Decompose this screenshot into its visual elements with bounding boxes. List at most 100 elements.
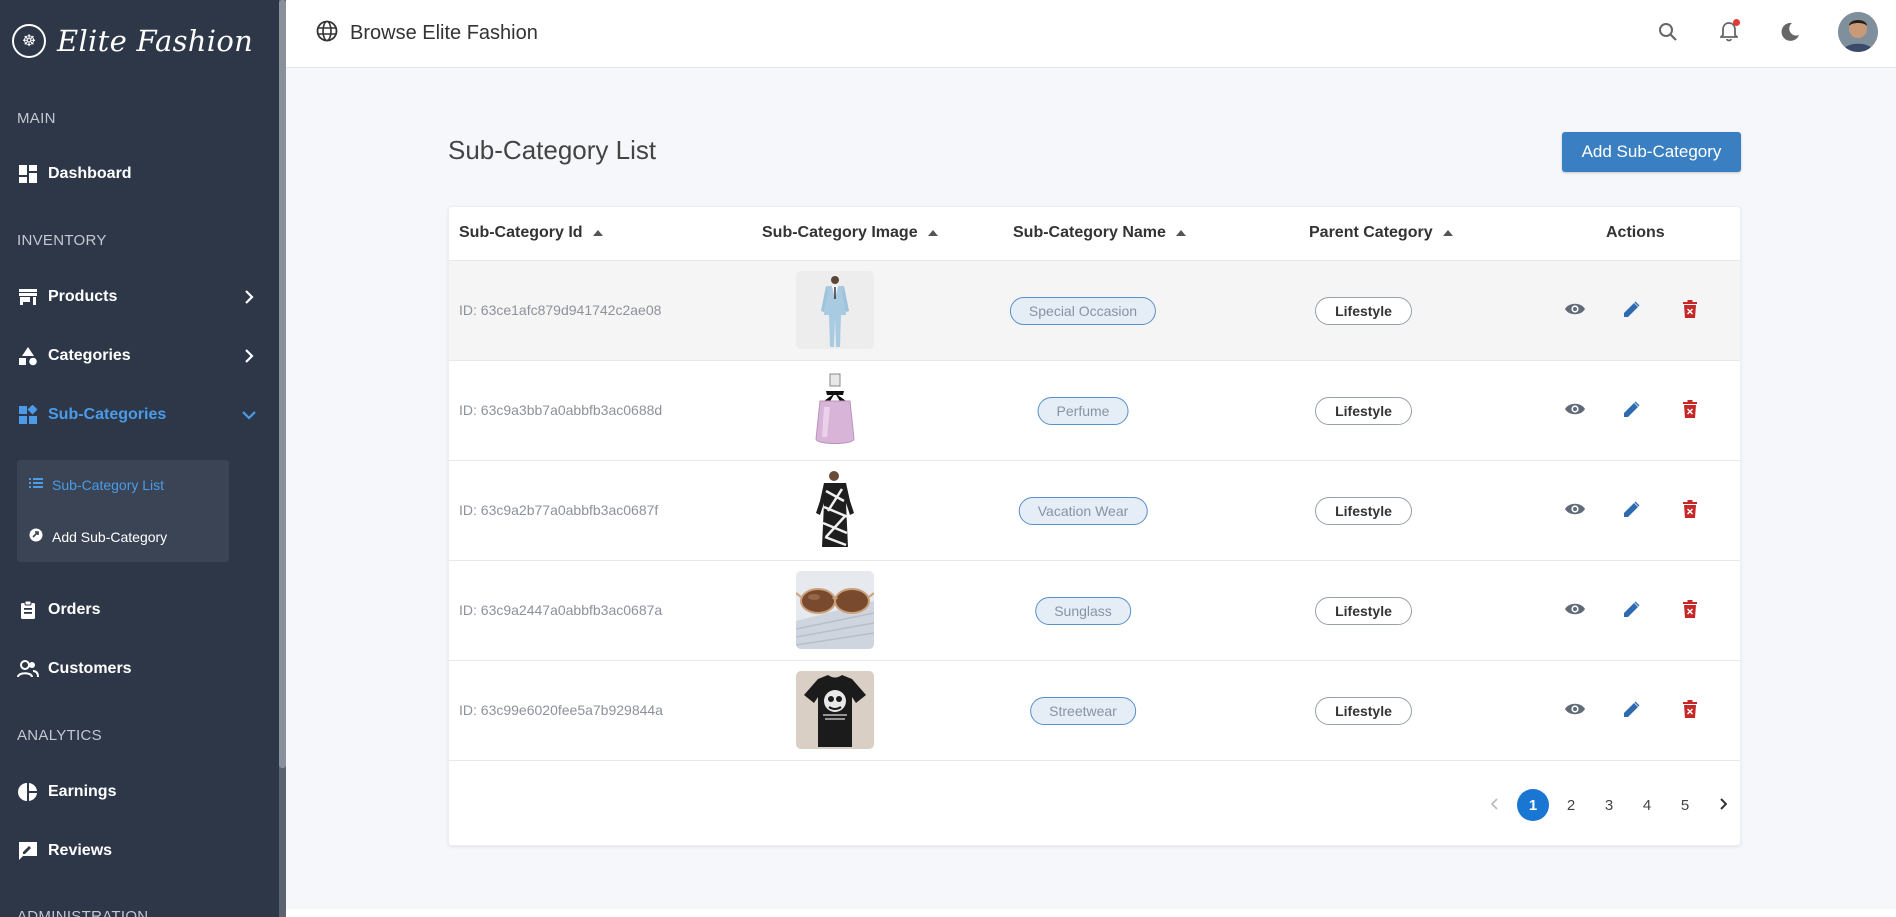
chevron-left-icon: [1490, 797, 1499, 814]
sidebar-item-dashboard[interactable]: Dashboard: [17, 159, 257, 189]
shapes-icon: [17, 345, 39, 367]
pencil-icon: [1623, 400, 1641, 423]
column-header-name[interactable]: Sub-Category Name: [1013, 224, 1186, 242]
sidebar-item-categories[interactable]: Categories: [17, 341, 257, 371]
eye-icon: [1564, 701, 1586, 722]
subcategory-id: ID: 63c99e6020fee5a7b929844a: [459, 702, 663, 718]
delete-button[interactable]: [1678, 599, 1702, 623]
view-button[interactable]: [1563, 599, 1587, 623]
delete-button[interactable]: [1678, 399, 1702, 423]
parent-category-chip: Lifestyle: [1315, 697, 1412, 725]
eye-icon: [1564, 301, 1586, 322]
brand[interactable]: ☸ Elite Fashion: [12, 24, 253, 58]
parent-category-chip: Lifestyle: [1315, 397, 1412, 425]
avatar[interactable]: [1838, 12, 1878, 52]
pencil-icon: [1623, 700, 1641, 723]
view-button[interactable]: [1563, 399, 1587, 423]
view-button[interactable]: [1563, 499, 1587, 523]
sidebar: ☸ Elite Fashion MAIN Dashboard INVENTORY…: [0, 0, 286, 917]
sort-up-icon: [592, 230, 603, 236]
sidebar-item-label: Dashboard: [48, 165, 132, 182]
subcategory-name-chip: Streetwear: [1030, 697, 1136, 725]
page-button[interactable]: 3: [1593, 789, 1625, 821]
sidebar-item-customers[interactable]: Customers: [17, 654, 257, 684]
add-circle-icon: [29, 528, 43, 547]
parent-category-chip: Lifestyle: [1315, 597, 1412, 625]
clipboard-icon: [17, 599, 39, 621]
subcategory-table-card: Sub-Category Id Sub-Category Image Sub-C…: [448, 206, 1741, 846]
sidebar-item-products[interactable]: Products: [17, 282, 257, 312]
next-page-button[interactable]: [1707, 789, 1739, 821]
chevron-right-icon: [1719, 797, 1728, 814]
prev-page-button[interactable]: [1479, 789, 1511, 821]
subcategory-id: ID: 63c9a2b77a0abbfb3ac0687f: [459, 502, 659, 518]
notification-badge: [1733, 19, 1740, 26]
trash-icon: [1683, 599, 1697, 623]
sidebar-item-subcategories[interactable]: Sub-Categories: [17, 400, 257, 430]
sidebar-scrollbar[interactable]: [279, 0, 286, 917]
column-header-id[interactable]: Sub-Category Id: [459, 224, 603, 242]
subcategory-name-chip: Sunglass: [1035, 597, 1131, 625]
notifications-button[interactable]: [1712, 17, 1746, 51]
page-button[interactable]: 2: [1555, 789, 1587, 821]
pie-chart-icon: [17, 781, 39, 803]
pencil-icon: [1623, 600, 1641, 623]
edit-button[interactable]: [1620, 599, 1644, 623]
table-row[interactable]: ID: 63c99e6020fee5a7b929844a Streetwear …: [449, 661, 1740, 761]
brand-logo-icon: ☸: [12, 24, 46, 58]
column-header-label: Sub-Category Name: [1013, 224, 1166, 241]
sidebar-item-orders[interactable]: Orders: [17, 595, 257, 625]
view-button[interactable]: [1563, 699, 1587, 723]
table-row[interactable]: ID: 63c9a2b77a0abbfb3ac0687f Vacation We…: [449, 461, 1740, 561]
subcategory-image-suit: [796, 271, 874, 349]
add-subcategory-button[interactable]: Add Sub-Category: [1562, 132, 1741, 172]
globe-icon: [316, 20, 338, 47]
table-row[interactable]: ID: 63c9a3bb7a0abbfb3ac0688d Perfume Lif…: [449, 361, 1740, 461]
edit-button[interactable]: [1620, 399, 1644, 423]
subcategory-name-chip: Special Occasion: [1009, 297, 1157, 325]
sidebar-item-reviews[interactable]: Reviews: [17, 836, 257, 866]
sidebar-item-label: Earnings: [48, 783, 117, 800]
submenu-item-add-subcategory[interactable]: Add Sub-Category: [29, 525, 167, 549]
edit-button[interactable]: [1620, 499, 1644, 523]
column-header-parent[interactable]: Parent Category: [1309, 224, 1453, 242]
subcategory-image-dress: [796, 471, 874, 549]
submenu-item-subcategory-list[interactable]: Sub-Category List: [29, 473, 164, 497]
scrollbar-thumb[interactable]: [279, 0, 286, 768]
edit-button[interactable]: [1620, 699, 1644, 723]
pagination: 1 2 3 4 5: [449, 787, 1740, 823]
dashboard-icon: [17, 163, 39, 185]
footer-strip: [286, 909, 1896, 917]
table-row[interactable]: ID: 63ce1afc879d941742c2ae08 Special Occ…: [449, 261, 1740, 361]
delete-button[interactable]: [1678, 699, 1702, 723]
view-button[interactable]: [1563, 299, 1587, 323]
trash-icon: [1683, 399, 1697, 423]
page-button[interactable]: 5: [1669, 789, 1701, 821]
section-label-inventory: INVENTORY: [17, 232, 107, 249]
eye-icon: [1564, 601, 1586, 622]
page-button[interactable]: 1: [1517, 789, 1549, 821]
page-button[interactable]: 4: [1631, 789, 1663, 821]
table-row[interactable]: ID: 63c9a2447a0abbfb3ac0687a Sunglass Li…: [449, 561, 1740, 661]
eye-icon: [1564, 401, 1586, 422]
theme-toggle-button[interactable]: [1773, 17, 1807, 51]
edit-button[interactable]: [1620, 299, 1644, 323]
search-button[interactable]: [1651, 17, 1685, 51]
submenu-item-label: Add Sub-Category: [52, 529, 168, 545]
store-icon: [17, 286, 39, 308]
list-icon: [29, 476, 43, 494]
subcategory-name-chip: Vacation Wear: [1018, 497, 1148, 525]
header-title[interactable]: Browse Elite Fashion: [316, 20, 538, 47]
delete-button[interactable]: [1678, 499, 1702, 523]
column-header-image[interactable]: Sub-Category Image: [762, 224, 938, 242]
section-label-administration: ADMINISTRATION: [17, 908, 149, 917]
table-header: Sub-Category Id Sub-Category Image Sub-C…: [449, 207, 1740, 261]
delete-button[interactable]: [1678, 299, 1702, 323]
sidebar-item-label: Categories: [48, 347, 131, 364]
section-label-analytics: ANALYTICS: [17, 727, 102, 744]
sidebar-item-label: Customers: [48, 660, 132, 677]
sort-up-icon: [927, 230, 938, 236]
sidebar-item-label: Orders: [48, 601, 101, 618]
widgets-icon: [17, 404, 39, 426]
sidebar-item-earnings[interactable]: Earnings: [17, 777, 257, 807]
